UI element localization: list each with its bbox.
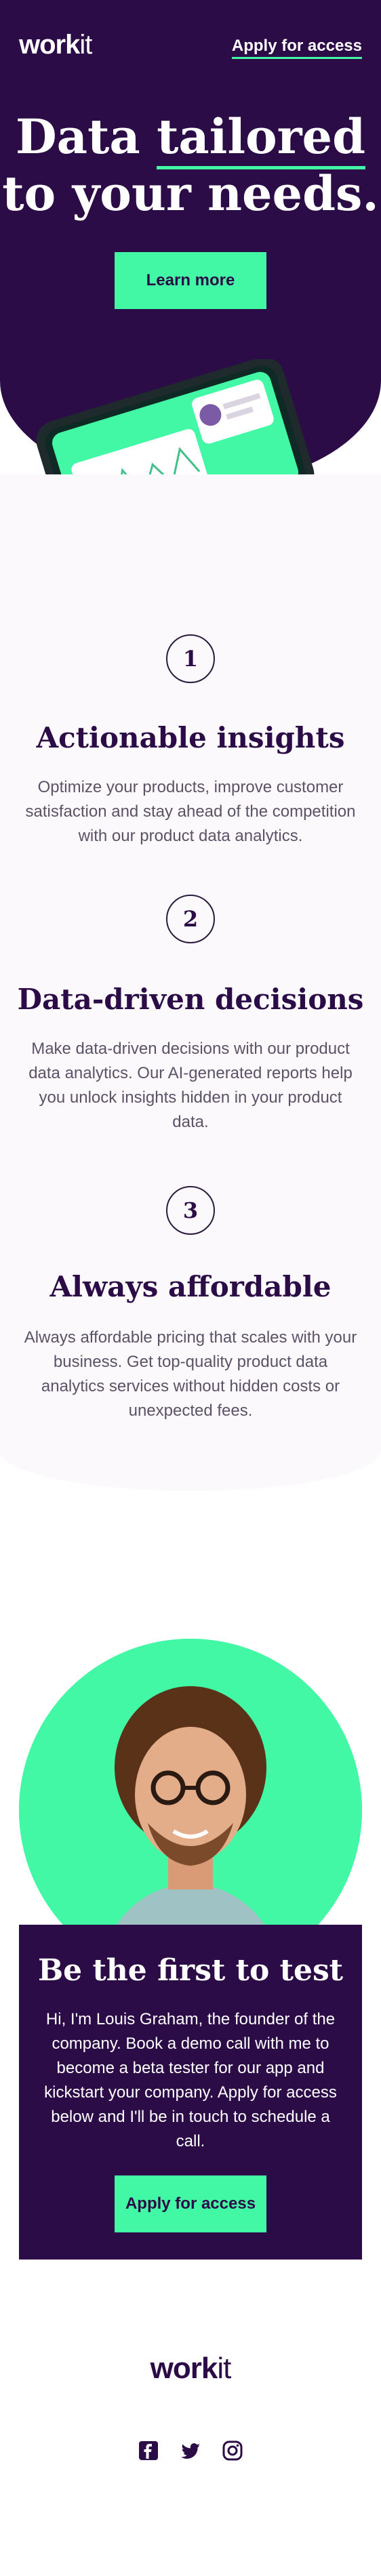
apply-for-access-button[interactable]: Apply for access <box>115 2175 266 2232</box>
feature-title: Always affordable <box>49 1270 332 1303</box>
feature-title: Actionable insights <box>36 721 345 754</box>
footer-logo[interactable]: workit <box>0 2352 381 2386</box>
hero-title-line2: to your needs. <box>2 165 379 222</box>
learn-more-button[interactable]: Learn more <box>115 252 266 309</box>
feature-text: Make data-driven decisions with our prod… <box>28 1040 353 1131</box>
hero-title-part: Data <box>15 108 157 165</box>
cta-title: Be the first to test <box>37 1953 344 1988</box>
apply-for-access-link[interactable]: Apply for access <box>231 37 362 59</box>
facebook-icon[interactable] <box>138 2440 159 2461</box>
feature-text: Optimize your products, improve customer… <box>25 778 356 845</box>
footer-logo-accent: it <box>217 2352 231 2385</box>
feature-number: 1 <box>166 634 215 683</box>
logo-main: work <box>19 30 80 60</box>
beta-test-section: Be the first to test Hi, I'm Louis Graha… <box>19 1925 362 2260</box>
logo[interactable]: workit <box>19 30 92 60</box>
twitter-icon[interactable] <box>180 2440 201 2461</box>
hero-title: Data tailored to your needs. <box>0 108 381 222</box>
social-links <box>0 2440 381 2461</box>
footer-logo-main: work <box>150 2352 218 2385</box>
instagram-icon[interactable] <box>222 2440 243 2461</box>
hero-title-highlight: tailored <box>157 108 366 169</box>
feature-title: Data-driven decisions <box>17 983 364 1016</box>
logo-accent: it <box>79 30 92 60</box>
feature-number: 2 <box>166 895 215 943</box>
feature-number: 3 <box>166 1186 215 1235</box>
cta-text: Hi, I'm Louis Graham, the founder of the… <box>44 2010 337 2150</box>
feature-text: Always affordable pricing that scales wi… <box>24 1328 357 1420</box>
